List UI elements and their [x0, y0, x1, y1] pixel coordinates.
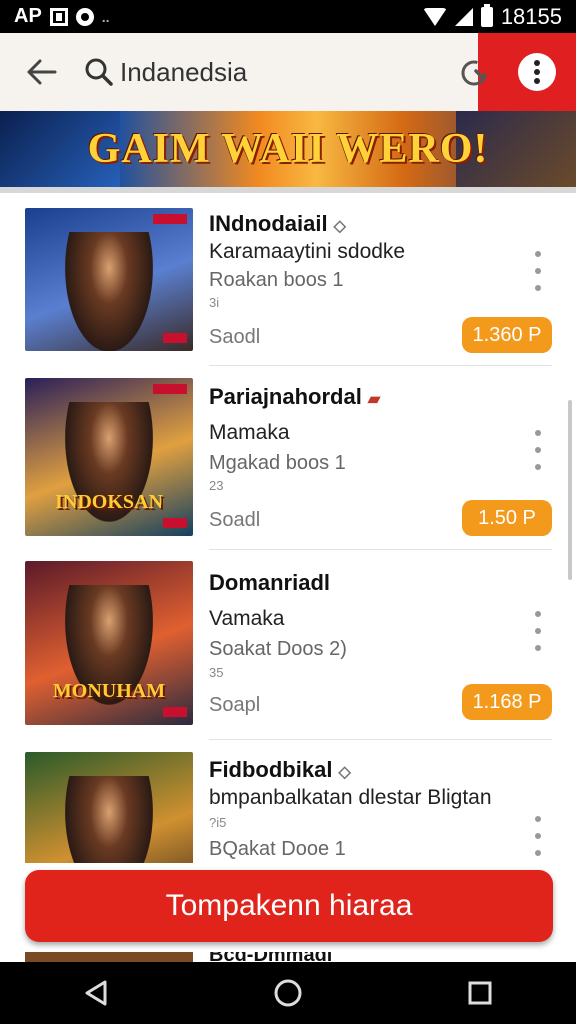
divider — [209, 365, 552, 366]
thumbnail-badge — [153, 214, 187, 224]
item-small-text: 3i — [209, 295, 220, 310]
item-small-text: ?i5 — [209, 815, 227, 830]
item-title[interactable]: Fidbodbikal ◇ — [209, 757, 351, 783]
item-more-icon[interactable] — [528, 816, 548, 856]
item-status: Soadl — [209, 509, 261, 531]
item-subtitle: bmpanbalkatan dlestar Bligtan — [209, 786, 492, 809]
item-status: Saodl — [209, 326, 261, 348]
list-item-peek: Bcd-Dmmadi — [0, 952, 576, 962]
item-small-text: 23 — [209, 478, 224, 493]
back-button[interactable] — [22, 55, 62, 89]
results-list: INdnodaiail ◇ Karamaaytini sdodke Roakan … — [0, 193, 576, 863]
item-meta: Soakat Doos 2) — [209, 638, 347, 660]
item-small-text: 35 — [209, 665, 224, 680]
tag-icon: ◇ — [338, 764, 351, 781]
status-time: 18155 — [500, 3, 562, 29]
item-thumbnail[interactable]: MONUHAM — [25, 561, 193, 725]
notification-icon — [49, 7, 68, 26]
thumbnail-badge-bottom — [163, 518, 187, 528]
item-meta: Mgakad boos 1 — [209, 452, 346, 474]
item-thumbnail[interactable]: INDOKSAN — [25, 378, 193, 536]
search-icon — [85, 58, 113, 86]
divider — [209, 739, 552, 740]
item-subtitle: Karamaaytini sdodke — [209, 240, 406, 263]
recents-square-icon — [468, 981, 492, 1005]
peek-title: Bcd-Dmmadi — [209, 952, 332, 962]
item-status: Soapl — [209, 694, 261, 716]
promo-banner[interactable]: GAIM WAII WERO! — [0, 111, 576, 187]
notification-circle-icon — [75, 7, 94, 26]
signal-icon — [454, 7, 473, 26]
search-query: Indanedsia — [120, 56, 248, 87]
item-title[interactable]: INdnodaiail ◇ — [209, 211, 346, 237]
app-bar: Indanedsia — [0, 33, 576, 111]
nav-home-button[interactable] — [258, 968, 318, 1018]
item-thumbnail[interactable] — [25, 752, 193, 863]
divider — [209, 549, 552, 550]
tag-icon: ◇ — [333, 218, 346, 235]
more-vertical-icon — [534, 60, 540, 84]
thumbnail-logo: INDOKSAN — [55, 491, 163, 513]
status-right: 18155 — [422, 3, 562, 30]
refresh-button[interactable] — [454, 53, 494, 93]
item-subtitle: Mamaka — [209, 421, 290, 444]
status-bar: AP .. 18155 — [0, 0, 576, 33]
search-field[interactable]: Indanedsia — [84, 53, 444, 91]
item-meta: Roakan boos 1 — [209, 269, 344, 291]
peek-thumbnail — [25, 952, 193, 962]
price-button[interactable]: 1.50 P — [462, 500, 552, 536]
item-more-icon[interactable] — [528, 611, 548, 651]
item-title[interactable]: Domanriadl — [209, 570, 330, 596]
system-nav-bar — [0, 962, 576, 1024]
price-button[interactable]: 1.360 P — [462, 317, 552, 353]
home-circle-icon — [274, 979, 302, 1007]
refresh-icon — [461, 60, 487, 86]
list-item[interactable]: MONUHAM Domanriadl Vamaka Soakat Doos 2)… — [0, 551, 576, 741]
nav-back-button[interactable] — [66, 968, 126, 1018]
thumbnail-logo: MONUHAM — [52, 680, 166, 702]
price-button[interactable]: 1.168 P — [462, 684, 552, 720]
thumbnail-badge-bottom — [163, 707, 187, 717]
more-options-button[interactable] — [518, 53, 556, 91]
thumbnail-figure — [65, 776, 153, 863]
primary-action-button[interactable]: Tompakenn hiaraa — [25, 870, 553, 942]
list-item[interactable]: INDOKSAN Pariajnahordal ▰ Mamaka Mgakad b… — [0, 368, 576, 551]
item-subtitle: Vamaka — [209, 607, 285, 630]
item-more-icon[interactable] — [528, 430, 548, 470]
wifi-icon — [422, 7, 447, 26]
item-meta: BQakat Dooe 1 — [209, 838, 346, 860]
thumbnail-figure — [65, 232, 153, 351]
status-left: AP .. — [14, 5, 110, 28]
battery-icon — [480, 3, 493, 27]
status-carrier: AP — [14, 5, 42, 27]
list-item[interactable]: Fidbodbikal ◇ bmpanbalkatan dlestar Bligt… — [0, 741, 576, 863]
back-triangle-icon — [85, 980, 107, 1006]
item-more-icon[interactable] — [528, 251, 548, 291]
banner-title: GAIM WAII WERO! — [87, 126, 489, 172]
thumbnail-badge-bottom — [163, 333, 187, 343]
hot-tag-icon: ▰ — [367, 391, 381, 408]
list-item[interactable]: INdnodaiail ◇ Karamaaytini sdodke Roakan … — [0, 193, 576, 368]
arrow-back-icon — [27, 59, 57, 85]
item-thumbnail[interactable] — [25, 208, 193, 351]
item-title[interactable]: Pariajnahordal ▰ — [209, 384, 380, 410]
scrollbar[interactable] — [568, 400, 572, 580]
nav-recents-button[interactable] — [450, 968, 510, 1018]
thumbnail-badge — [153, 384, 187, 394]
status-dots: .. — [101, 8, 110, 25]
